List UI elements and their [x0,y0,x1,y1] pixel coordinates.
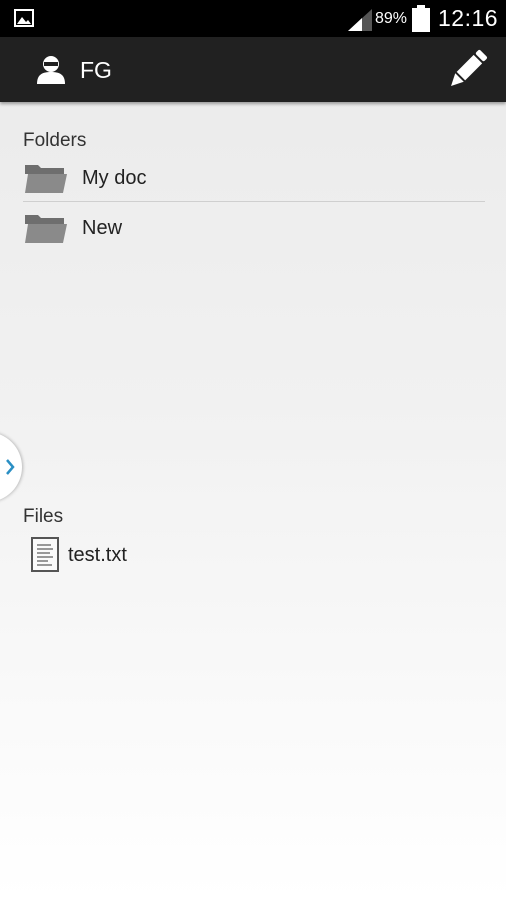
user-icon[interactable] [36,54,66,84]
divider [23,201,485,202]
status-bar: 89% 12:16 [0,0,506,37]
account-name[interactable]: FG [80,57,112,84]
battery-percent: 89% [375,10,408,27]
gallery-icon [14,9,34,27]
status-clock: 12:16 [438,5,499,31]
screen: 89% 12:16 FG Folders My doc New Files te… [0,0,506,900]
folder-label: My doc [82,167,147,189]
action-bar: FG [0,37,506,102]
folder-icon [25,165,67,193]
folder-icon [25,215,67,243]
folder-item[interactable]: New [23,205,485,251]
files-heading: Files [23,506,64,527]
edit-button[interactable] [446,49,490,89]
pencil-icon [451,50,487,86]
text-file-icon [31,537,59,572]
folder-label: New [82,217,123,239]
drawer-handle[interactable] [0,432,22,502]
signal-icon [348,9,372,31]
file-label: test.txt [68,544,127,566]
file-item[interactable]: test.txt [30,534,230,574]
battery-icon [412,5,430,32]
folder-item[interactable]: My doc [23,155,485,201]
folders-heading: Folders [23,130,87,151]
chevron-right-icon [6,459,15,475]
